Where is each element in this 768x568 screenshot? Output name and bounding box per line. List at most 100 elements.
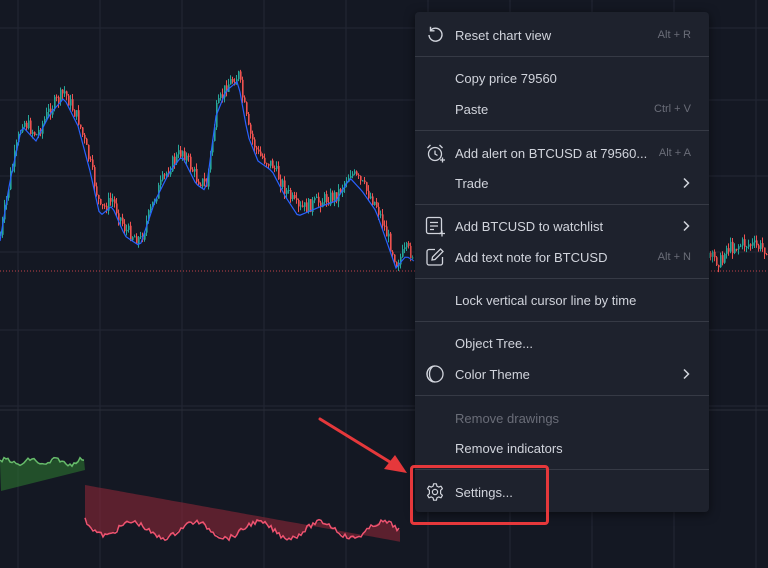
candle-body: [350, 176, 352, 178]
candle-body: [30, 120, 32, 134]
candle-body: [64, 91, 66, 94]
candle-body: [368, 190, 370, 199]
menu-item-lock-vertical-cursor[interactable]: Lock vertical cursor line by time: [415, 285, 709, 315]
candle-body: [286, 190, 288, 194]
candle-body: [748, 244, 750, 247]
candle-body: [86, 138, 88, 145]
candle-body: [78, 110, 80, 125]
candle-body: [130, 225, 132, 241]
menu-divider: [415, 278, 709, 279]
candle-body: [188, 155, 190, 157]
candle-body: [284, 180, 286, 194]
candle-body: [122, 217, 124, 224]
candle-body: [374, 201, 376, 206]
edit-note-icon: [424, 246, 446, 268]
candle-body: [730, 241, 732, 252]
candle-body: [28, 120, 30, 129]
candle-body: [302, 205, 304, 207]
candle-body: [110, 198, 112, 202]
candle-body: [720, 255, 722, 268]
menu-item-trade[interactable]: Trade: [415, 168, 709, 198]
menu-item-add-text-note[interactable]: Add text note for BTCUSD Alt + N: [415, 242, 709, 272]
menu-item-label: Add alert on BTCUSD at 79560...: [455, 145, 648, 161]
candle-body: [288, 189, 290, 191]
candle-body: [326, 194, 328, 203]
candle-body: [394, 254, 396, 263]
candle-body: [714, 251, 716, 258]
candle-body: [294, 195, 296, 199]
candle-body: [372, 196, 374, 206]
candle-body: [190, 156, 192, 170]
candle-body: [760, 243, 762, 249]
candle-body: [758, 245, 760, 249]
menu-item-add-to-watchlist[interactable]: Add BTCUSD to watchlist: [415, 211, 709, 241]
candle-body: [266, 163, 268, 165]
candle-body: [742, 239, 744, 246]
candle-body: [358, 174, 360, 177]
candle-body: [100, 199, 102, 205]
candle-body: [48, 108, 50, 113]
menu-item-add-alert[interactable]: Add alert on BTCUSD at 79560... Alt + A: [415, 138, 709, 168]
alarm-clock-icon: [424, 142, 446, 164]
candle-body: [120, 217, 122, 221]
candle-body: [90, 159, 92, 161]
candle-body: [410, 245, 412, 259]
candle-body: [70, 99, 72, 106]
candle-body: [232, 79, 234, 82]
candle-body: [124, 223, 126, 232]
candle-body: [88, 144, 90, 160]
candle-body: [84, 134, 86, 139]
menu-item-label: Lock vertical cursor line by time: [455, 292, 637, 308]
menu-item-label: Remove indicators: [455, 440, 563, 456]
candle-body: [94, 167, 96, 187]
candle-body: [314, 198, 316, 201]
candle-body: [82, 127, 84, 135]
menu-item-object-tree[interactable]: Object Tree...: [415, 328, 709, 358]
candle-body: [264, 157, 266, 164]
candle-body: [184, 151, 186, 161]
candle-body: [278, 165, 280, 180]
menu-item-label: Remove drawings: [455, 410, 560, 426]
menu-item-copy-price[interactable]: Copy price 79560: [415, 63, 709, 93]
settings-highlight-box: [410, 465, 549, 525]
candle-body: [32, 132, 34, 134]
oscillator-negative-area: [85, 485, 400, 542]
menu-item-label: Color Theme: [455, 366, 530, 382]
candle-body: [198, 181, 200, 185]
candle-body: [356, 171, 358, 175]
candle-body: [242, 79, 244, 98]
menu-item-label: Object Tree...: [455, 335, 534, 351]
candle-body: [352, 173, 354, 177]
candle-body: [68, 95, 70, 106]
candle-body: [262, 155, 264, 158]
menu-item-color-theme[interactable]: Color Theme: [415, 359, 709, 389]
candle-body: [380, 214, 382, 216]
chevron-right-icon: [683, 220, 690, 232]
candle-body: [178, 150, 180, 155]
candle-body: [220, 94, 222, 99]
reset-icon: [424, 24, 446, 46]
candle-body: [128, 225, 130, 230]
menu-shortcut: Ctrl + V: [654, 103, 691, 115]
candle-body: [316, 196, 318, 199]
candle-body: [72, 99, 74, 111]
candle-body: [390, 233, 392, 252]
candle-body: [754, 240, 756, 243]
menu-item-paste[interactable]: Paste Ctrl + V: [415, 94, 709, 124]
candle-body: [752, 242, 754, 246]
candle-body: [34, 132, 36, 135]
candle-body: [712, 251, 714, 257]
moving-average-line: [0, 80, 415, 270]
menu-item-reset-chart-view[interactable]: Reset chart view Alt + R: [415, 20, 709, 50]
candle-body: [132, 237, 134, 241]
candle-body: [58, 97, 60, 103]
menu-item-remove-indicators[interactable]: Remove indicators: [415, 433, 709, 463]
menu-divider: [415, 204, 709, 205]
candle-body: [304, 202, 306, 207]
menu-item-label: Add text note for BTCUSD: [455, 249, 608, 265]
candle-body: [116, 203, 118, 214]
candle-body: [200, 184, 202, 187]
menu-shortcut: Alt + A: [658, 147, 691, 159]
candle-body: [362, 180, 364, 182]
candle-body: [268, 163, 270, 166]
